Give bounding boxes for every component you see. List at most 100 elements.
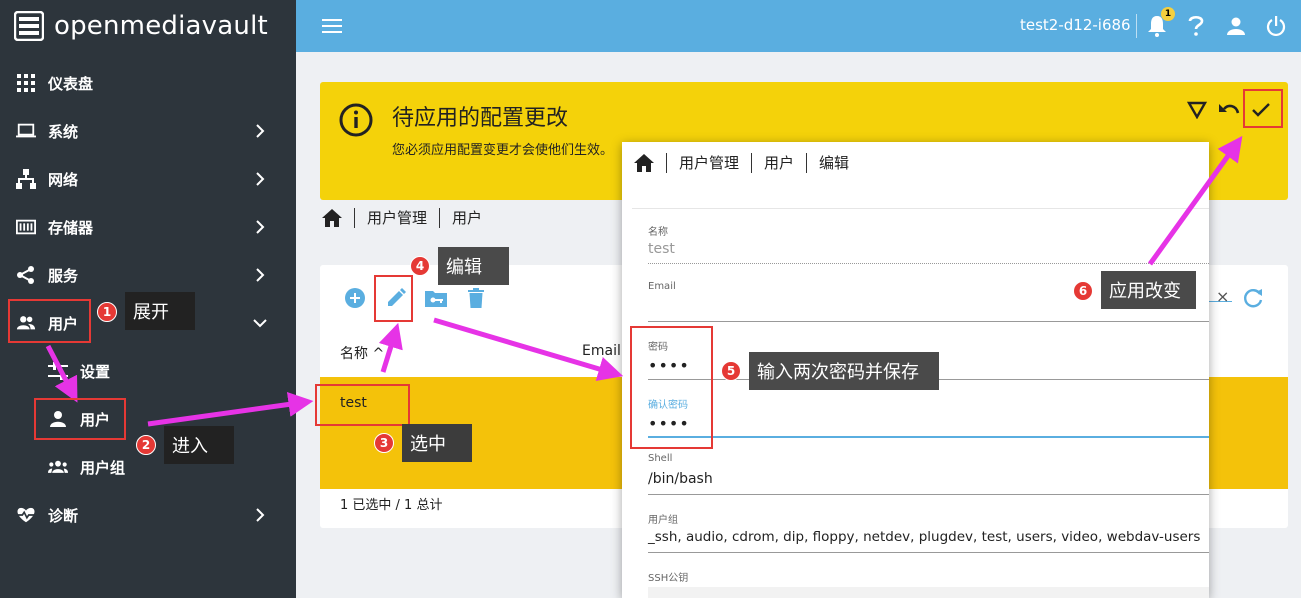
highlight-box-password-fields [630,326,713,449]
highlight-box-edit-button [374,275,413,322]
sidebar-item-system[interactable]: 系统 [0,107,296,155]
banner-subtitle: 您必须应用配置变更才会使他们生效。 [392,143,614,158]
chevron-down-icon [253,319,267,328]
field-underline [648,321,1209,322]
network-icon [16,169,36,189]
field-underline [648,552,1209,553]
breadcrumb-item: 编辑 [819,154,850,172]
breadcrumb-separator [666,152,667,173]
chevron-right-icon [256,268,265,282]
info-icon [339,103,373,137]
dashboard-icon [16,73,36,93]
folder-key-icon[interactable] [425,287,447,309]
sidebar-item-diagnostics[interactable]: 诊断 [0,491,296,539]
step-number: 4 [410,256,430,276]
user-edit-form: 名称 test Email 密码 •••• 确认密码 •••• Shell /b… [632,208,1209,598]
storage-icon [16,217,36,237]
breadcrumb-item[interactable]: 用户 [764,152,794,173]
sidebar-item-dashboard[interactable]: 仪表盘 [0,59,296,107]
chevron-right-icon [256,508,265,522]
name-field: test [648,241,675,257]
step-callout: 编辑 [438,247,509,285]
step-callout: 展开 [125,292,195,330]
sidebar-item-network[interactable]: 网络 [0,155,296,203]
heartbeat-icon [16,505,36,525]
step-number: 2 [136,435,156,455]
step-callout: 选中 [402,424,472,462]
email-label: Email [648,281,676,292]
group-icon [48,457,68,477]
notification-badge: 1 [1161,7,1175,21]
sidebar-item-label: 设置 [80,362,111,381]
step-callout: 应用改变 [1101,271,1196,309]
share-icon [16,265,36,285]
show-details-icon[interactable] [1185,98,1209,122]
shell-label: Shell [648,453,673,464]
breadcrumb-separator [806,152,808,173]
sidebar-item-label: 服务 [48,266,79,285]
hostname: test2-d12-i686 [1020,16,1131,34]
highlight-box-apply-button [1243,89,1283,128]
logo-text: openmediavault [54,11,268,41]
field-underline [648,494,1209,495]
hamburger-menu-icon[interactable] [322,16,342,36]
step-number: 1 [97,302,117,322]
undo-icon[interactable] [1217,98,1241,122]
add-icon[interactable] [344,287,366,309]
sort-asc-icon: ^ [372,346,385,362]
step-callout: 进入 [164,426,234,464]
column-header-email[interactable]: Email [582,343,621,359]
ssh-key-list[interactable] [648,587,1209,598]
chevron-right-icon [256,172,265,186]
name-label: 名称 [648,227,668,238]
step-callout: 输入两次密码并保存 [749,352,939,390]
home-icon[interactable] [322,208,342,227]
highlight-box-table-row [315,384,410,426]
breadcrumb-separator [354,207,355,228]
step-number: 6 [1073,281,1093,301]
step-number: 3 [374,433,394,453]
step-number: 5 [721,361,741,381]
highlight-box-users-menu [8,299,91,343]
clear-search-icon[interactable]: × [1216,287,1229,306]
sidebar-item-label: 系统 [48,122,79,141]
ssh-key-label: SSH公钥 [648,573,689,584]
sidebar-item-label: 用户组 [80,458,126,477]
field-underline [648,263,1209,264]
field-underline-active [648,436,1209,438]
highlight-box-user-menu [34,398,126,440]
logo[interactable]: openmediavault [14,10,268,42]
breadcrumb: 用户管理 用户 [322,207,482,228]
breadcrumb-separator [751,152,753,173]
shell-select[interactable]: /bin/bash [648,471,713,487]
groups-label: 用户组 [648,515,678,526]
breadcrumb-item[interactable]: 用户管理 [679,152,739,173]
sidebar-item-label: 仪表盘 [48,74,94,93]
sidebar-item-users-settings[interactable]: 设置 [0,347,296,395]
delete-trash-icon[interactable] [465,287,487,309]
groups-select[interactable]: _ssh, audio, cdrom, dip, floppy, netdev,… [648,529,1200,545]
sidebar-item-label: 存储器 [48,218,94,237]
sidebar-item-storage[interactable]: 存储器 [0,203,296,251]
selection-status: 1 已选中 / 1 总计 [340,498,443,513]
home-icon[interactable] [634,153,654,172]
sidebar-item-label: 网络 [48,170,79,189]
laptop-icon [16,121,36,141]
banner-title: 待应用的配置更改 [392,106,569,131]
account-icon[interactable] [1225,15,1247,37]
top-bar: test2-d12-i686 1 [296,0,1301,52]
sidebar-item-label: 诊断 [48,506,79,525]
column-header-name[interactable]: 名称 ^ [340,343,384,363]
breadcrumb-separator [439,207,441,228]
breadcrumb-item[interactable]: 用户 [452,207,482,228]
chevron-right-icon [256,220,265,234]
breadcrumb-item[interactable]: 用户管理 [367,207,427,228]
refresh-icon[interactable] [1242,287,1264,309]
column-header-label: 名称 [340,346,368,362]
chevron-right-icon [256,124,265,138]
help-icon[interactable] [1185,15,1207,37]
divider [1136,14,1137,38]
settings-icon [48,361,68,381]
power-icon[interactable] [1265,15,1287,37]
dialog-breadcrumb: 用户管理 用户 编辑 [634,152,849,173]
